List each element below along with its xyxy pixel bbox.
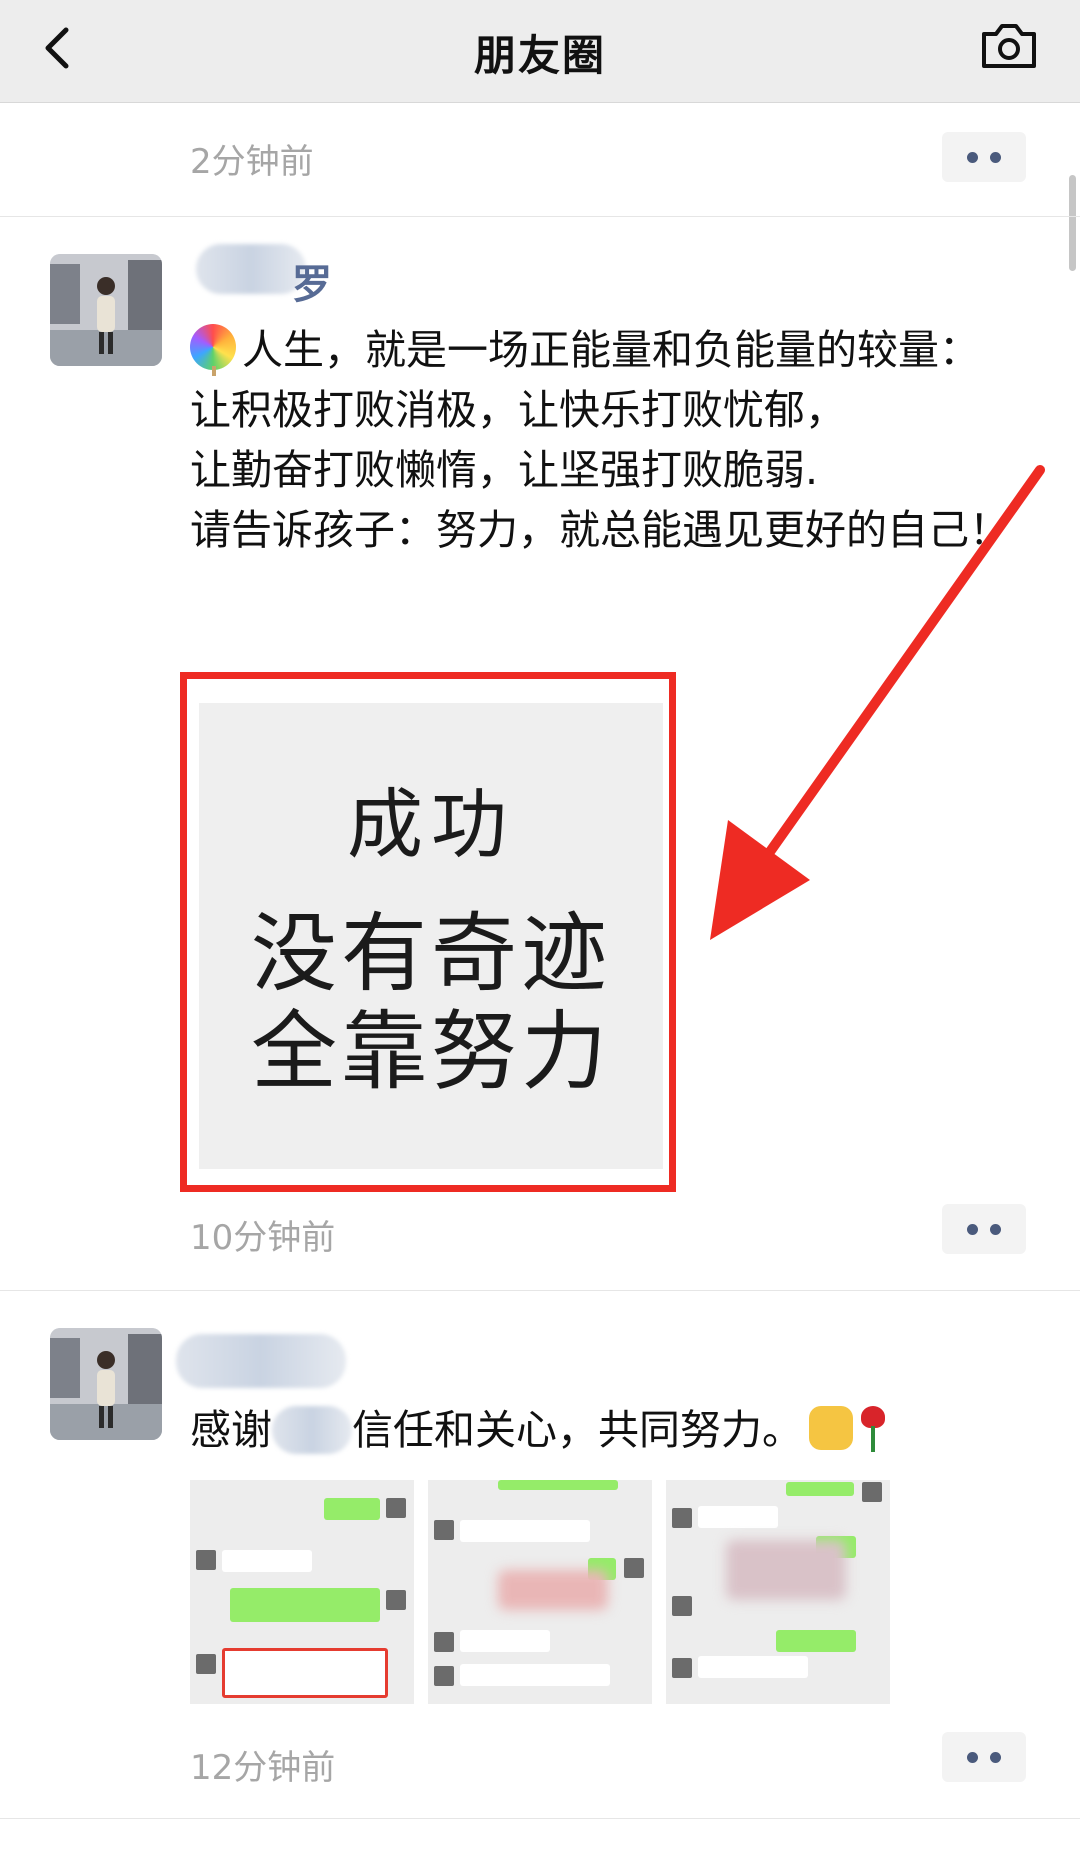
more-button[interactable] — [942, 1732, 1026, 1782]
avatar-photo — [50, 1328, 162, 1440]
avatar[interactable] — [50, 1328, 162, 1440]
post-thumbnail[interactable] — [190, 1480, 414, 1704]
red-arrow-annotation — [710, 465, 1045, 940]
post-text: 感谢 信任和关心，共同努力。 — [190, 1400, 1010, 1460]
camera-icon — [982, 24, 1036, 68]
camera-button[interactable] — [978, 18, 1040, 74]
more-dots-icon — [967, 1752, 978, 1763]
scrollbar[interactable] — [1069, 175, 1076, 271]
avatar-photo — [50, 254, 162, 366]
post-divider — [0, 1290, 1080, 1291]
post-time: 12分钟前 — [190, 1748, 336, 1788]
mention-blurred — [272, 1406, 352, 1454]
post-divider — [0, 216, 1080, 217]
post-thumbnail[interactable] — [666, 1480, 890, 1704]
avatar[interactable] — [50, 254, 162, 366]
post-image[interactable]: 成功 没有奇迹 全靠努力 — [199, 703, 663, 1169]
more-dots-icon — [967, 1224, 978, 1235]
fist-emoji — [809, 1406, 853, 1450]
more-button[interactable] — [942, 132, 1026, 182]
post-divider — [0, 1818, 1080, 1819]
username-visible-part[interactable]: 罗 — [292, 252, 332, 310]
more-dots-icon — [967, 152, 978, 163]
more-button[interactable] — [942, 1204, 1026, 1254]
nav-bar: 朋友圈 — [0, 0, 1080, 103]
post-thumbnail[interactable] — [428, 1480, 652, 1704]
page-title: 朋友圈 — [473, 31, 606, 80]
post-time: 10分钟前 — [190, 1218, 336, 1258]
rose-emoji — [859, 1406, 887, 1452]
post-time: 2分钟前 — [190, 142, 314, 182]
image-text-line: 全靠努力 — [251, 1002, 611, 1102]
username-blurred[interactable] — [176, 1334, 346, 1388]
post-image-highlight[interactable]: 成功 没有奇迹 全靠努力 — [180, 672, 676, 1192]
image-text-line: 成功 — [347, 780, 515, 869]
lollipop-emoji — [190, 324, 236, 376]
username-blurred[interactable] — [196, 244, 306, 294]
